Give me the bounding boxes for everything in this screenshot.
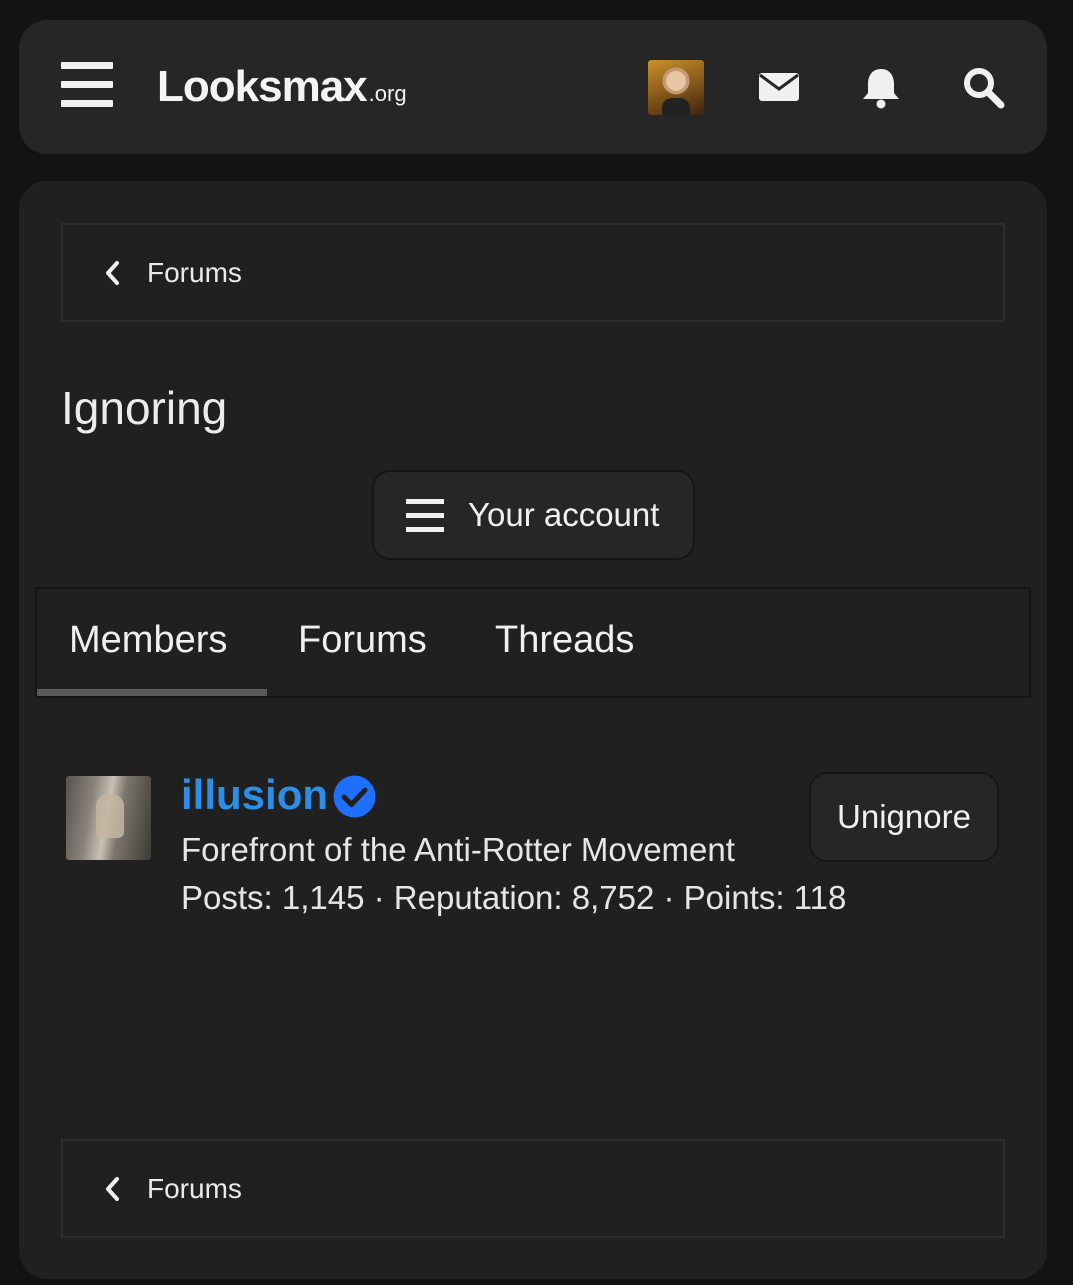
user-avatar[interactable] — [648, 60, 704, 115]
breadcrumb-label: Forums — [147, 256, 242, 288]
chevron-left-icon — [106, 260, 119, 285]
breadcrumb-label: Forums — [147, 1172, 242, 1204]
page-title: Ignoring — [61, 382, 228, 434]
verified-badge-icon — [333, 775, 376, 818]
menu-icon[interactable] — [61, 62, 113, 108]
member-username[interactable]: illusion — [181, 771, 328, 819]
breadcrumb-top[interactable]: Forums — [61, 223, 1005, 322]
chevron-left-icon — [106, 1176, 119, 1201]
tab-forums[interactable]: Forums — [298, 619, 427, 662]
top-header: Looksmax .org — [19, 20, 1047, 154]
member-stats: Posts: 1,145 · Reputation: 8,752 · Point… — [181, 879, 847, 916]
member-title: Forefront of the Anti-Rotter Movement — [181, 831, 735, 868]
unignore-button[interactable]: Unignore — [809, 772, 999, 862]
your-account-button[interactable]: Your account — [372, 470, 695, 560]
active-tab-indicator — [37, 689, 267, 696]
mail-icon[interactable] — [757, 65, 801, 109]
avatar[interactable] — [66, 776, 151, 860]
menu-icon — [406, 499, 444, 532]
your-account-label: Your account — [468, 496, 660, 533]
search-icon[interactable] — [961, 65, 1005, 109]
breadcrumb-bottom[interactable]: Forums — [61, 1139, 1005, 1238]
site-logo[interactable]: Looksmax .org — [157, 62, 407, 112]
ignore-tabs: Members Forums Threads — [35, 587, 1031, 698]
logo-text: Looksmax — [157, 62, 368, 111]
tab-threads[interactable]: Threads — [495, 619, 634, 662]
main-panel: Forums Ignoring Your account Members For… — [19, 181, 1047, 1279]
tab-members[interactable]: Members — [69, 619, 227, 662]
bell-icon[interactable] — [859, 65, 903, 109]
logo-tld: .org — [368, 81, 407, 106]
